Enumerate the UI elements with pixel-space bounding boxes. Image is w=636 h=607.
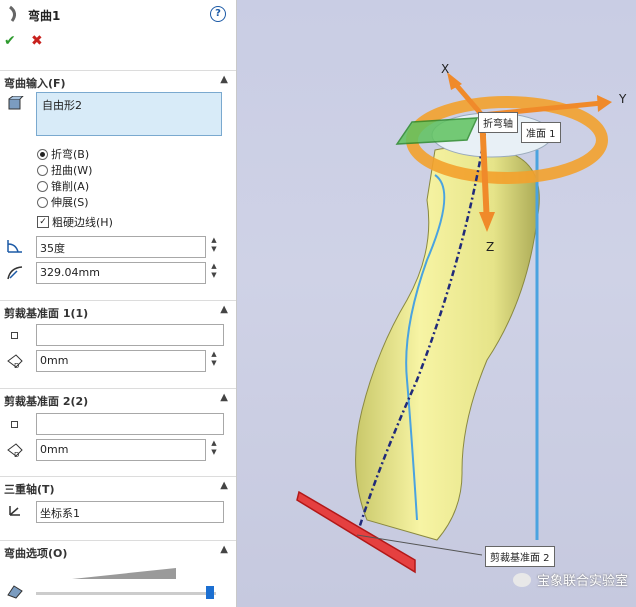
angle-value: 35度 — [40, 242, 65, 255]
vertex-icon — [11, 421, 18, 428]
offset-icon: D — [7, 443, 23, 458]
section-trim-plane-2[interactable]: 剪裁基准面 2(2) ▲ — [0, 388, 236, 409]
section-bend-input[interactable]: 弯曲输入(F) ▲ — [0, 70, 236, 91]
offset-icon: D — [7, 354, 23, 369]
graphics-viewport[interactable]: X Y Z 折弯轴 准面 1 剪裁基准面 2 宝象联合实验室 — [237, 0, 636, 607]
distance-value: 0mm — [40, 354, 69, 367]
trim-plane-1 — [395, 117, 479, 145]
wechat-icon — [512, 572, 531, 587]
distance-spinner[interactable]: ▲ ▼ — [209, 350, 219, 370]
bend-body-selection[interactable]: 自由形2 — [36, 92, 222, 136]
help-icon[interactable]: ? — [210, 6, 226, 22]
collapse-chevron-icon[interactable]: ▲ — [220, 544, 228, 555]
property-manager: 弯曲1 ? ✔ ✖ 弯曲输入(F) ▲ 自由形2 折弯(B) 扭曲(W) 锥削(… — [0, 0, 237, 607]
checkbox-box[interactable]: ✓ — [37, 216, 49, 228]
collapse-chevron-icon[interactable]: ▲ — [220, 304, 228, 315]
radius-input[interactable]: 329.04mm — [36, 262, 206, 284]
accuracy-slider-track[interactable] — [36, 592, 216, 595]
radius-icon — [7, 266, 23, 280]
coordinate-system-field[interactable]: 坐标系1 — [36, 501, 224, 523]
distance-spinner[interactable]: ▲ ▼ — [209, 439, 219, 459]
radio-label: 扭曲(W) — [51, 164, 93, 177]
accuracy-scale — [72, 568, 176, 579]
axis-y-label: Y — [619, 92, 627, 106]
trim-plane-2-tag[interactable]: 剪裁基准面 2 — [485, 546, 555, 567]
panel-title: 弯曲1 — [28, 9, 61, 23]
coordinate-system-value: 坐标系1 — [40, 507, 80, 520]
cancel-button[interactable]: ✖ — [31, 33, 43, 49]
radio-bend[interactable]: 折弯(B) — [37, 146, 89, 162]
axis-x-label: X — [441, 62, 450, 76]
coordinate-system-icon — [9, 506, 20, 516]
vertex-icon — [11, 332, 18, 339]
section-label: 剪裁基准面 1(1) — [4, 307, 89, 320]
angle-spinner[interactable]: ▲ ▼ — [209, 236, 219, 256]
checkbox-label: 粗硬边线(H) — [52, 216, 113, 229]
body-select-icon — [8, 96, 24, 110]
svg-text:D: D — [14, 451, 19, 458]
panel-header: 弯曲1 ? ✔ ✖ — [0, 0, 236, 58]
bend-feature-icon — [9, 5, 17, 22]
radio-label: 伸展(S) — [51, 196, 89, 209]
collapse-chevron-icon[interactable]: ▲ — [220, 74, 228, 85]
accuracy-icon — [7, 585, 23, 599]
radio-dot[interactable] — [37, 148, 48, 160]
section-label: 弯曲输入(F) — [4, 77, 66, 90]
radio-taper[interactable]: 锥削(A) — [37, 178, 89, 194]
trim-plane-1-distance[interactable]: 0mm — [36, 350, 206, 372]
watermark: 宝象联合实验室 — [512, 570, 628, 589]
trim-plane-1-reference[interactable] — [36, 324, 224, 346]
hard-edges-checkbox[interactable]: ✓ 粗硬边线(H) — [37, 214, 113, 230]
trim-plane-1-tag[interactable]: 准面 1 — [521, 122, 561, 143]
radio-label: 锥削(A) — [51, 180, 90, 193]
model-view — [296, 72, 612, 574]
collapse-chevron-icon[interactable]: ▲ — [220, 392, 228, 403]
section-trim-plane-1[interactable]: 剪裁基准面 1(1) ▲ — [0, 300, 236, 321]
accuracy-slider-thumb[interactable] — [206, 586, 214, 599]
radio-stretch[interactable]: 伸展(S) — [37, 194, 89, 210]
distance-value: 0mm — [40, 443, 69, 456]
selected-body: 自由形2 — [42, 99, 82, 112]
angle-icon — [7, 240, 22, 253]
radius-spinner[interactable]: ▲ ▼ — [209, 262, 219, 282]
radio-dot[interactable] — [37, 180, 48, 192]
watermark-text: 宝象联合实验室 — [536, 574, 628, 589]
radio-dot[interactable] — [37, 196, 48, 208]
section-label: 三重轴(T) — [4, 483, 55, 496]
section-triad[interactable]: 三重轴(T) ▲ — [0, 476, 236, 497]
trim-plane-2-reference[interactable] — [36, 413, 224, 435]
triad-y-head — [597, 95, 612, 112]
axis-z-label: Z — [486, 240, 495, 254]
section-bend-options[interactable]: 弯曲选项(O) ▲ — [0, 540, 236, 561]
radio-twist[interactable]: 扭曲(W) — [37, 162, 92, 178]
svg-text:D: D — [14, 362, 19, 369]
bent-body — [355, 147, 540, 541]
angle-input[interactable]: 35度 — [36, 236, 206, 258]
radius-value: 329.04mm — [40, 266, 100, 279]
radio-dot[interactable] — [37, 164, 48, 176]
collapse-chevron-icon[interactable]: ▲ — [220, 480, 228, 491]
radio-label: 折弯(B) — [51, 148, 90, 161]
section-label: 剪裁基准面 2(2) — [4, 395, 89, 408]
ok-button[interactable]: ✔ — [4, 33, 16, 49]
bend-axis-tag[interactable]: 折弯轴 — [478, 112, 518, 133]
section-label: 弯曲选项(O) — [4, 547, 68, 560]
trim-plane-2-distance[interactable]: 0mm — [36, 439, 206, 461]
